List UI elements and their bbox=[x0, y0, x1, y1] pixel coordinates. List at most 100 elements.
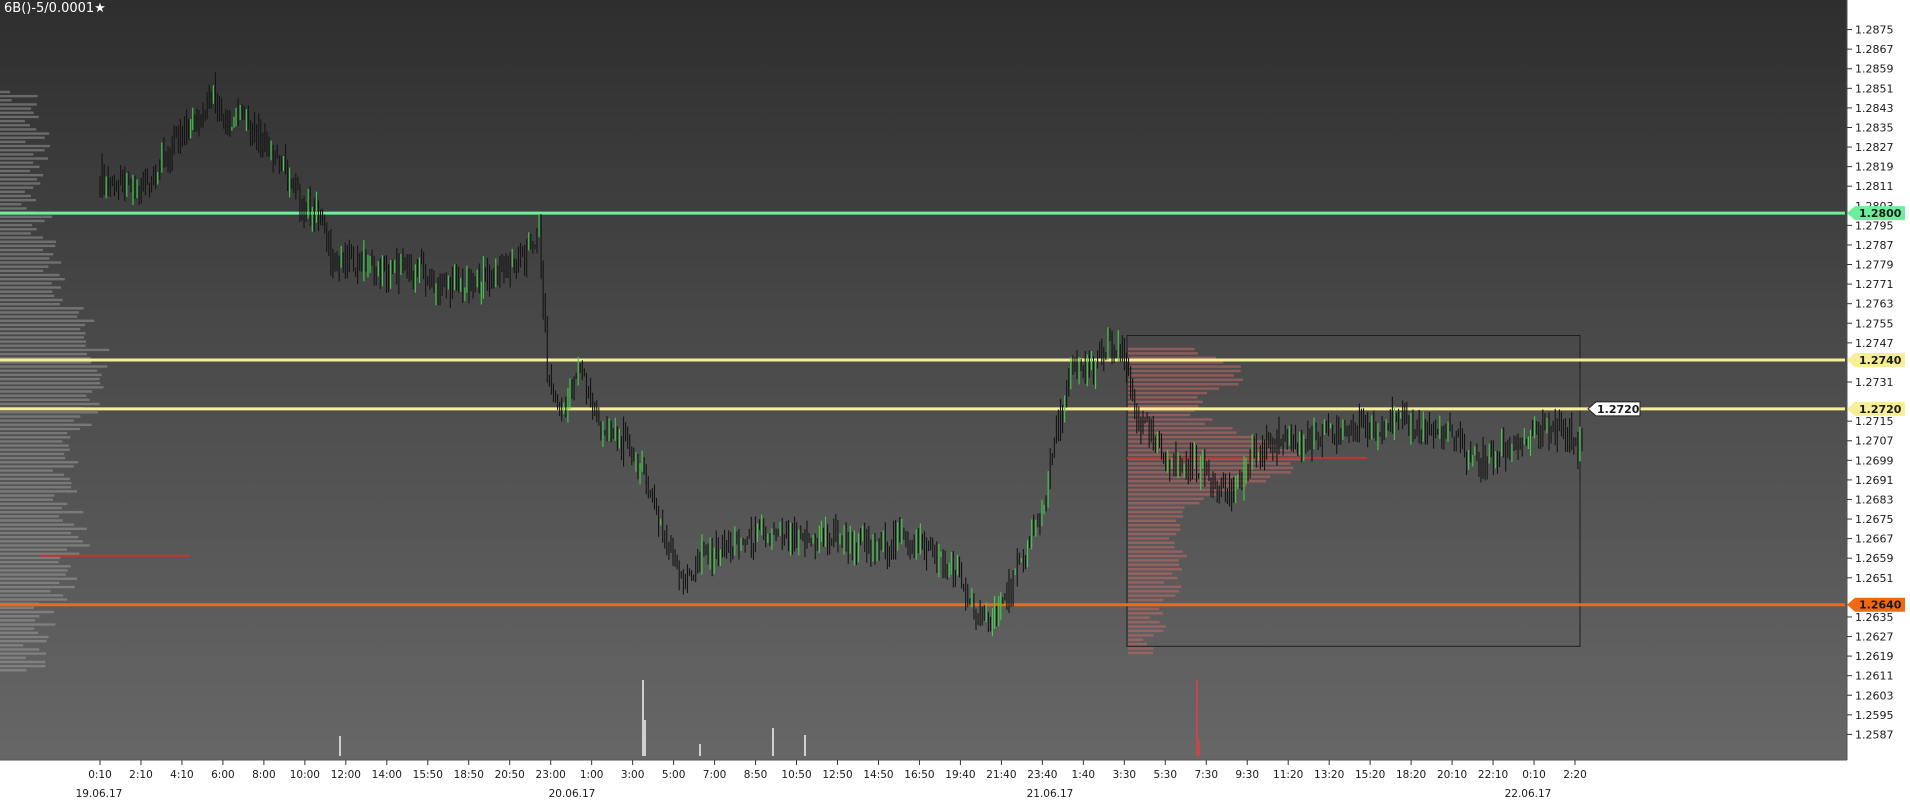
x-tick-label: 3:30 bbox=[1113, 769, 1137, 781]
volume-profile-bar bbox=[0, 103, 37, 106]
session-profile-bar bbox=[1128, 493, 1217, 496]
volume-profile-bar bbox=[0, 140, 26, 144]
chart-area[interactable]: 6B()-5/0.0001★ 1.2875 1.2867 1.2859 1.2851 1… bbox=[0, 0, 1910, 808]
session-profile-bar bbox=[1128, 431, 1237, 434]
volume-profile-bar bbox=[0, 107, 32, 110]
volume-profile-bar bbox=[0, 415, 81, 418]
session-profile-bar bbox=[1128, 581, 1165, 584]
volume-profile-bar bbox=[0, 244, 56, 248]
y-tick-label: 1.2667 bbox=[1855, 533, 1894, 546]
volume-profile-bar bbox=[0, 390, 93, 393]
y-tick-label: 1.2843 bbox=[1855, 102, 1894, 115]
volume-profile-bar bbox=[0, 652, 47, 655]
y-tick-label: 1.2699 bbox=[1855, 454, 1894, 467]
session-profile-bar bbox=[1128, 374, 1234, 377]
y-tick-label: 1.2731 bbox=[1855, 376, 1894, 389]
y-tick-label: 1.2835 bbox=[1855, 121, 1894, 134]
y-tick-label: 1.2683 bbox=[1855, 493, 1894, 506]
volume-profile-bar bbox=[0, 377, 100, 381]
price-chart[interactable]: 1.2875 1.2867 1.2859 1.2851 1.2843 1.2835 1.28… bbox=[0, 0, 1910, 808]
volume-profile-bar bbox=[0, 169, 30, 173]
y-tick-label: 1.2691 bbox=[1855, 474, 1894, 487]
volume-profile-bar bbox=[0, 332, 86, 335]
y-tick-label: 1.2659 bbox=[1855, 552, 1894, 565]
volume-profile-bar bbox=[0, 194, 31, 198]
session-profile-bar bbox=[1128, 466, 1294, 470]
volume-profile-bar bbox=[0, 423, 92, 427]
x-tick-label: 21:40 bbox=[986, 769, 1016, 781]
y-tick-label: 1.2587 bbox=[1855, 728, 1894, 741]
volume-profile-bar bbox=[0, 394, 87, 397]
volume-profile-bar bbox=[0, 469, 53, 472]
volume-profile-bar bbox=[0, 223, 33, 227]
session-profile-bar bbox=[1128, 594, 1176, 597]
x-tick-label: 3:00 bbox=[621, 769, 645, 781]
session-profile-bar bbox=[1128, 607, 1160, 611]
volume-profile-bar bbox=[0, 452, 65, 456]
volume-profile-bar bbox=[0, 94, 38, 98]
volume-profile-bar bbox=[0, 311, 79, 314]
volume-profile-bar bbox=[0, 527, 87, 531]
volume-profile-bar bbox=[0, 519, 63, 522]
volume-profile-bar bbox=[0, 277, 65, 281]
session-profile-bar bbox=[1128, 585, 1182, 589]
volume-profile-bar bbox=[0, 265, 49, 268]
y-tick-label: 1.2755 bbox=[1855, 317, 1894, 330]
volume-profile-bar bbox=[0, 257, 50, 260]
volume-profile-bar bbox=[0, 631, 39, 635]
session-profile-bar bbox=[1128, 634, 1154, 637]
session-profile-bar bbox=[1128, 642, 1148, 646]
date-label: 20.06.17 bbox=[549, 788, 596, 800]
session-profile-bar bbox=[1128, 347, 1195, 351]
y-tick-label: 1.2635 bbox=[1855, 611, 1894, 624]
y-tick-label: 1.2779 bbox=[1855, 259, 1894, 272]
time-axis-bg bbox=[0, 760, 1910, 808]
x-tick-label: 23:00 bbox=[536, 769, 566, 781]
session-profile-bar bbox=[1128, 629, 1164, 633]
volume-profile-bar bbox=[0, 248, 43, 252]
session-profile-bar bbox=[1128, 387, 1220, 390]
session-profile-bar bbox=[1128, 598, 1164, 602]
volume-profile-bar bbox=[0, 590, 51, 593]
volume-profile-bar bbox=[0, 506, 62, 510]
session-profile-bar bbox=[1128, 352, 1198, 355]
volume-profile-bar bbox=[0, 132, 50, 135]
x-tick-label: 10:00 bbox=[290, 769, 320, 781]
y-tick-label: 1.2595 bbox=[1855, 709, 1894, 722]
volume-profile-bar bbox=[0, 215, 53, 218]
x-tick-label: 12:00 bbox=[331, 769, 361, 781]
volume-profile-bar bbox=[0, 203, 22, 206]
volume-profile-bar bbox=[0, 219, 45, 223]
volume-profile-bar bbox=[0, 502, 68, 506]
y-tick-label: 1.2867 bbox=[1855, 43, 1894, 56]
volume-profile-bar bbox=[0, 436, 71, 439]
session-profile-bar bbox=[1128, 638, 1144, 641]
x-tick-label: 12:50 bbox=[822, 769, 852, 781]
x-tick-label: 2:20 bbox=[1563, 769, 1587, 781]
session-profile-bar bbox=[1128, 625, 1166, 628]
volume-profile-bar bbox=[0, 149, 45, 152]
volume-profile-bar bbox=[0, 660, 46, 664]
x-tick-label: 23:40 bbox=[1027, 769, 1057, 781]
last-price-label: 1.2720 bbox=[1597, 403, 1640, 416]
volume-profile-bar bbox=[0, 490, 78, 493]
session-profile-bar bbox=[1128, 427, 1233, 430]
volume-profile-bar bbox=[0, 344, 86, 347]
volume-profile-bar bbox=[0, 261, 62, 264]
session-profile-bar bbox=[1128, 523, 1181, 527]
x-tick-label: 7:00 bbox=[703, 769, 727, 781]
volume-profile-bar bbox=[0, 294, 55, 298]
volume-profile-bar bbox=[0, 523, 74, 526]
volume-profile-bar bbox=[0, 99, 12, 102]
x-tick-label: 13:20 bbox=[1314, 769, 1344, 781]
y-tick-label: 1.2651 bbox=[1855, 572, 1894, 585]
x-tick-label: 8:00 bbox=[252, 769, 276, 781]
y-tick-label: 1.2619 bbox=[1855, 650, 1894, 663]
volume-profile-bar bbox=[0, 382, 101, 385]
session-profile-bar bbox=[1128, 396, 1198, 399]
volume-profile-bar bbox=[0, 594, 64, 597]
session-profile-bar bbox=[1128, 559, 1179, 562]
x-tick-label: 10:50 bbox=[781, 769, 811, 781]
x-tick-label: 18:50 bbox=[454, 769, 484, 781]
x-tick-label: 16:50 bbox=[904, 769, 934, 781]
